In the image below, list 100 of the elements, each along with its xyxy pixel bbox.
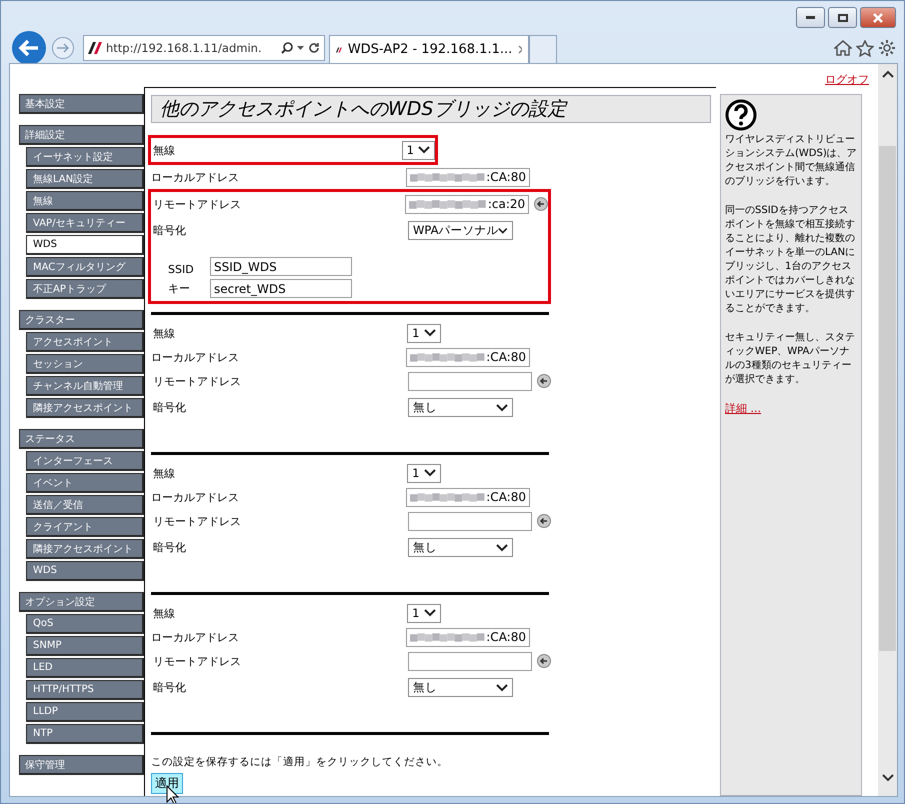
close-button[interactable] <box>860 7 896 28</box>
sidebar-item[interactable]: 無線 <box>26 191 144 211</box>
minimize-icon <box>806 16 815 19</box>
text-field[interactable]: :ca:20 <box>405 194 530 214</box>
field-label: 暗号化 <box>153 540 187 555</box>
home-icon[interactable] <box>834 40 852 56</box>
sidebar-header[interactable]: クラスター <box>19 310 144 330</box>
chevron-icon <box>418 146 430 154</box>
minimize-button[interactable] <box>796 7 825 28</box>
chevron-icon <box>496 544 508 552</box>
scrollbar-thumb[interactable] <box>879 146 896 651</box>
chevron-icon <box>496 404 508 412</box>
help-text: セキュリティー無し、スタティックWEP、WPAパーソナルの3種類のセキュリティーが選択できます。 <box>725 331 856 387</box>
sidebar-item[interactable]: VAP/セキュリティー <box>26 213 144 233</box>
field-label: ローカルアドレス <box>151 490 240 504</box>
chevron-icon <box>424 469 436 477</box>
field-label: 暗号化 <box>153 400 187 415</box>
encryption-select[interactable]: 無し <box>408 398 513 417</box>
text-field[interactable] <box>408 512 532 530</box>
site-logo-icon <box>88 42 102 54</box>
sidebar-item[interactable]: WDS <box>26 561 144 581</box>
radio-select[interactable]: 1 <box>407 604 441 622</box>
field-label: リモートアドレス <box>153 374 242 388</box>
caret-icon[interactable] <box>297 46 304 50</box>
settings-icon[interactable] <box>878 39 896 57</box>
page-title: 他のアクセスポイントへのWDSブリッジの設定 <box>151 95 711 123</box>
sidebar-header[interactable]: 保守管理 <box>19 755 144 775</box>
help-text: 同一のSSIDを持つアクセスポイントを無線で相互接続することにより、離れた複数のイーサネットを単一のLANにブリッジし、1台のアクセスポイントではカバーしきれないエリアにサービスを提供することができます。 <box>725 204 856 316</box>
help-icon <box>725 99 757 131</box>
radio-select[interactable]: 1 <box>407 324 441 342</box>
star-icon[interactable] <box>856 40 874 56</box>
sidebar-item[interactable]: インターフェース <box>26 451 144 471</box>
back-button[interactable] <box>11 30 47 66</box>
encryption-select[interactable]: 無し <box>408 678 513 697</box>
sidebar-item[interactable]: 送信／受信 <box>26 495 144 515</box>
encryption-select[interactable]: WPAパーソナル <box>408 221 513 240</box>
sidebar-item[interactable]: アクセスポイント <box>26 332 144 352</box>
sidebar-header[interactable]: 詳細設定 <box>19 125 144 145</box>
radio-select[interactable]: 1 <box>402 140 435 160</box>
field-label: ローカルアドレス <box>151 350 240 364</box>
sidebar-item[interactable]: QoS <box>26 614 144 634</box>
search-icon[interactable] <box>281 42 293 54</box>
sidebar-header[interactable]: 基本設定 <box>19 94 144 114</box>
field-label: 暗号化 <box>153 223 187 238</box>
text-field[interactable]: :CA:80 <box>406 168 530 186</box>
arrow-button[interactable] <box>537 374 551 388</box>
sidebar-item[interactable]: イーサネット設定 <box>26 147 144 167</box>
field-label: 無線 <box>153 142 176 158</box>
arrow-button[interactable] <box>534 197 548 211</box>
save-hint: この設定を保存するには「適用」をクリックしてください。 <box>151 755 449 769</box>
field-label: ローカルアドレス <box>151 630 240 644</box>
browser-tab[interactable]: WDS-AP2 - 192.168.1.1... <box>329 35 529 63</box>
refresh-icon[interactable] <box>308 42 320 54</box>
chevron-icon <box>424 609 436 617</box>
chevron-icon <box>498 226 508 234</box>
sidebar-item[interactable]: MACフィルタリング <box>26 257 144 277</box>
arrow-button[interactable] <box>537 514 551 528</box>
sidebar-item[interactable]: SNMP <box>26 636 144 656</box>
sidebar-item[interactable]: NTP <box>26 724 144 744</box>
sidebar-item[interactable]: クライアント <box>26 517 144 537</box>
text-field[interactable]: :CA:80 <box>406 488 530 506</box>
maximize-icon <box>838 14 848 22</box>
sidebar-item[interactable]: HTTP/HTTPS <box>26 680 144 700</box>
field-label: キー <box>167 281 191 296</box>
logoff-link[interactable]: ログオフ <box>825 72 869 87</box>
maximize-button[interactable] <box>828 7 857 28</box>
field-label: SSID <box>167 263 195 276</box>
sidebar-item[interactable]: LLDP <box>26 702 144 722</box>
sidebar-item[interactable]: チャンネル自動管理 <box>26 376 144 396</box>
chevron-icon <box>496 684 508 692</box>
text-field[interactable] <box>408 652 532 670</box>
url-text: http://192.168.1.11/admin. <box>106 41 263 55</box>
arrow-button[interactable] <box>537 654 551 668</box>
sidebar-item[interactable]: 隣接アクセスポイント <box>26 398 144 418</box>
chevron-icon <box>424 329 436 337</box>
text-field[interactable] <box>408 372 532 390</box>
field-label: リモートアドレス <box>153 654 242 668</box>
text-field[interactable]: :CA:80 <box>406 628 530 646</box>
address-bar[interactable]: http://192.168.1.11/admin. <box>83 35 325 61</box>
details-link[interactable]: 詳細 ... <box>725 402 761 415</box>
sidebar-item[interactable]: イベント <box>26 473 144 493</box>
sidebar-header[interactable]: ステータス <box>19 429 144 449</box>
text-field[interactable]: secret_WDS <box>210 279 352 298</box>
help-text: ワイヤレスディストリビューションシステム(WDS)は、アクセスポイント間で無線通信のブリッジを行います。 <box>725 133 857 189</box>
field-label: ローカルアドレス <box>151 170 240 184</box>
sidebar-item[interactable]: 不正APトラップ <box>26 279 144 299</box>
field-label: リモートアドレス <box>153 514 242 528</box>
text-field[interactable]: :CA:80 <box>406 348 530 366</box>
sidebar-item[interactable]: WDS <box>26 235 144 255</box>
sidebar-item[interactable]: セッション <box>26 354 144 374</box>
field-label: 無線 <box>153 466 176 480</box>
sidebar-item[interactable]: LED <box>26 658 144 678</box>
text-field[interactable]: SSID_WDS <box>210 257 352 276</box>
field-label: リモートアドレス <box>153 196 242 212</box>
sidebar-item[interactable]: 隣接アクセスポイント <box>26 539 144 559</box>
sidebar-item[interactable]: 無線LAN設定 <box>26 169 144 189</box>
sidebar-header[interactable]: オプション設定 <box>19 592 144 612</box>
encryption-select[interactable]: 無し <box>408 538 513 557</box>
field-label: 暗号化 <box>153 680 187 695</box>
radio-select[interactable]: 1 <box>407 464 441 482</box>
